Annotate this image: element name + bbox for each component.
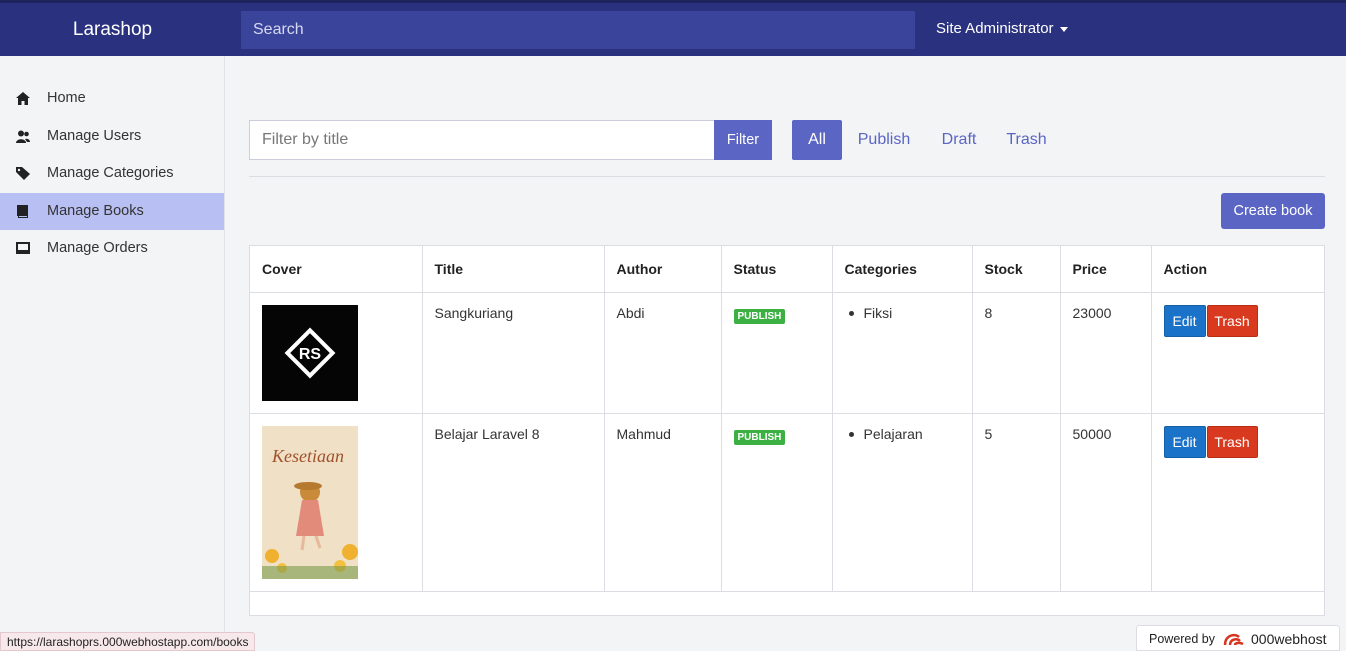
search-input[interactable] xyxy=(241,11,915,49)
sidebar-item-label: Manage Books xyxy=(47,203,144,219)
status-bar-url: https://larashoprs.000webhostapp.com/boo… xyxy=(0,632,256,651)
brand-logo[interactable]: Larashop xyxy=(0,3,225,56)
column-header: Action xyxy=(1151,246,1325,293)
book-author: Abdi xyxy=(604,292,722,414)
book-title: Sangkuriang xyxy=(422,292,605,414)
tag-icon xyxy=(16,167,30,180)
sidebar: Home Manage Users Manage Categories Mana… xyxy=(0,56,225,651)
column-header: Title xyxy=(422,246,605,293)
edit-button[interactable]: Edit xyxy=(1163,304,1206,337)
tab-publish[interactable]: Publish xyxy=(853,120,915,160)
inbox-icon xyxy=(16,242,30,254)
sidebar-item-label: Manage Categories xyxy=(47,165,174,181)
book-cover-image: Kesetiaan xyxy=(262,425,358,579)
powered-label: Powered by xyxy=(1149,632,1216,646)
create-book-button[interactable]: Create book xyxy=(1221,193,1325,229)
user-name: Site Administrator xyxy=(936,20,1054,37)
sidebar-item-label: Manage Users xyxy=(47,128,142,144)
edit-button[interactable]: Edit xyxy=(1163,425,1206,458)
sidebar-item-books[interactable]: Manage Books xyxy=(0,193,224,230)
book-stock: 5 xyxy=(972,413,1061,592)
svg-text:RS: RS xyxy=(299,346,322,363)
category-list: Fiksi xyxy=(845,305,960,321)
book-price: 23000 xyxy=(1060,292,1152,414)
status-badge: PUBLISH xyxy=(733,308,786,324)
tab-trash[interactable]: Trash xyxy=(1003,120,1050,160)
user-menu-dropdown[interactable]: Site Administrator xyxy=(936,20,1068,37)
table-row: RS Sangkuriang Abdi PUBLISH Fiksi 8 2300… xyxy=(250,292,1325,414)
column-header: Stock xyxy=(972,246,1061,293)
book-author: Mahmud xyxy=(604,413,722,592)
divider xyxy=(249,176,1325,177)
top-navbar: Larashop Site Administrator xyxy=(0,0,1346,56)
status-badge: PUBLISH xyxy=(733,429,786,445)
category-item: Fiksi xyxy=(845,305,960,321)
sidebar-item-home[interactable]: Home xyxy=(0,80,224,117)
sidebar-item-categories[interactable]: Manage Categories xyxy=(0,155,224,192)
table-row: Kesetiaan Belajar Laravel 8 Mahmud PUBLI… xyxy=(250,413,1325,592)
book-price: 50000 xyxy=(1060,413,1152,592)
column-header: Price xyxy=(1060,246,1152,293)
powered-brand: 000webhost xyxy=(1251,631,1327,647)
category-list: Pelajaran xyxy=(845,426,960,442)
filter-button[interactable]: Filter xyxy=(714,120,772,160)
trash-button[interactable]: Trash xyxy=(1206,425,1258,458)
book-cover-image: RS xyxy=(262,304,358,401)
books-table: Cover Title Author Status Categories Sto… xyxy=(249,245,1325,616)
home-icon xyxy=(16,92,30,105)
book-cover-art: Kesetiaan xyxy=(262,446,358,579)
filter-title-input[interactable] xyxy=(249,120,715,160)
column-header: Categories xyxy=(832,246,973,293)
trash-button[interactable]: Trash xyxy=(1206,304,1258,337)
column-header: Status xyxy=(721,246,833,293)
sidebar-item-users[interactable]: Manage Users xyxy=(0,118,224,155)
book-icon xyxy=(17,205,28,218)
tab-draft[interactable]: Draft xyxy=(936,120,982,160)
webhost-logo-icon xyxy=(1223,633,1244,646)
table-header-row: Cover Title Author Status Categories Sto… xyxy=(250,246,1325,293)
column-header: Author xyxy=(604,246,722,293)
sidebar-item-label: Home xyxy=(47,90,86,106)
svg-text:Kesetiaan: Kesetiaan xyxy=(271,446,344,466)
users-icon xyxy=(16,130,30,143)
caret-down-icon xyxy=(1059,26,1068,32)
column-header: Cover xyxy=(250,246,423,293)
book-stock: 8 xyxy=(972,292,1061,414)
tab-all[interactable]: All xyxy=(792,120,842,160)
rs-logo-icon: RS xyxy=(284,327,336,378)
category-item: Pelajaran xyxy=(845,426,960,442)
powered-by-badge[interactable]: Powered by 000webhost xyxy=(1136,625,1340,651)
sidebar-item-label: Manage Orders xyxy=(47,240,148,256)
sidebar-item-orders[interactable]: Manage Orders xyxy=(0,230,224,267)
book-title: Belajar Laravel 8 xyxy=(422,413,605,592)
